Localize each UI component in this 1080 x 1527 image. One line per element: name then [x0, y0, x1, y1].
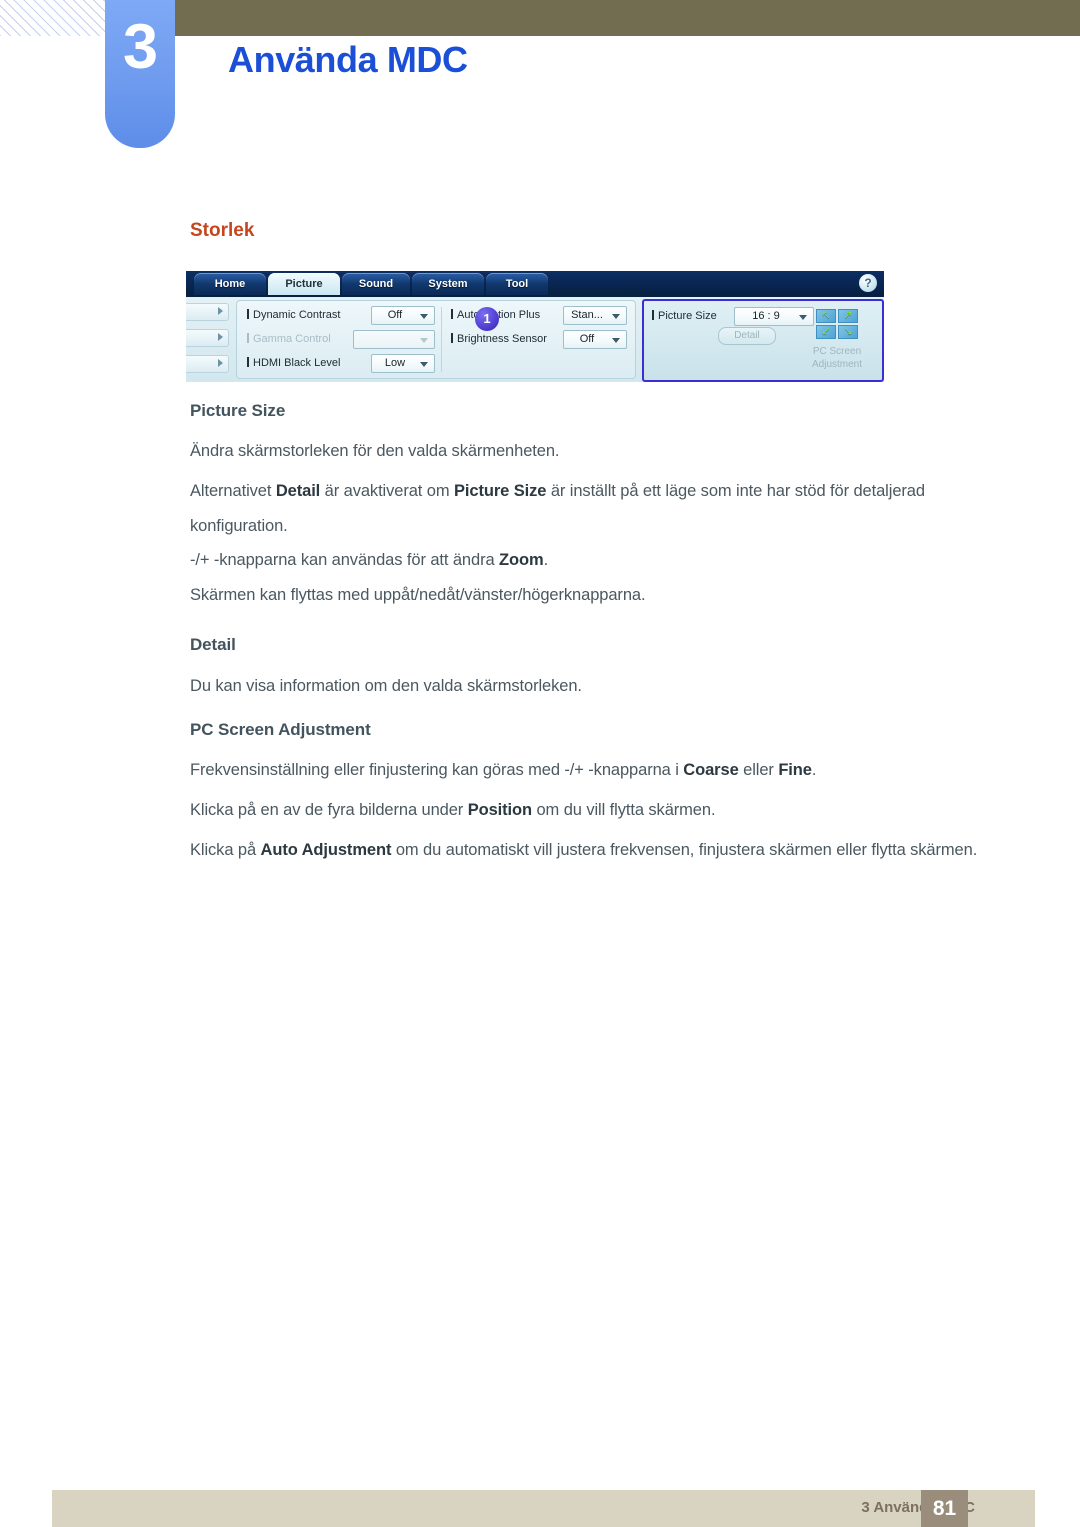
label-text: Gamma Control — [253, 333, 331, 345]
callout-badge-1: 1 — [475, 307, 499, 331]
text: Ändra skärmstorleken för den valda skärm… — [190, 442, 560, 460]
heading-detail: Detail — [190, 635, 236, 654]
chevron-right-icon — [218, 307, 223, 315]
paragraph-picture-size-3: -/+ -knapparna kan användas för att ändr… — [190, 543, 990, 578]
heading-pc-screen-adjustment: PC Screen Adjustment — [190, 720, 371, 739]
combo-value: 16 : 9 — [752, 310, 780, 322]
picture-size-panel: Picture Size 16 : 9 Detail ↖ ↗ ↙ ↘ PC Sc… — [642, 299, 884, 382]
mdc-tab-strip: Home Picture Sound System Tool ? — [186, 271, 884, 297]
emphasis-picture-size: Picture Size — [454, 482, 547, 500]
label-dynamic-contrast: Dynamic Contrast — [247, 309, 340, 321]
page-number: 81 — [921, 1490, 968, 1527]
paragraph-pcsa-2: Klicka på en av de fyra bilderna under P… — [190, 793, 990, 828]
help-icon[interactable]: ? — [859, 274, 877, 292]
text: om du vill flytta skärmen. — [532, 801, 716, 819]
stub-row[interactable] — [186, 329, 229, 347]
emphasis-auto-adjustment: Auto Adjustment — [260, 841, 392, 859]
text: om du automatiskt vill justera frekvense… — [391, 841, 978, 859]
chevron-down-icon — [420, 362, 428, 367]
position-cell-bottom-right[interactable]: ↘ — [838, 325, 858, 339]
hatch-decoration — [0, 0, 108, 36]
section-heading: Storlek — [190, 220, 255, 241]
combo-auto-motion-plus[interactable]: Stan... — [563, 306, 627, 325]
label-brightness-sensor: Brightness Sensor — [451, 333, 547, 345]
arrow-up-right-icon: ↗ — [843, 309, 853, 322]
pc-screen-adjustment-label: PC Screen Adjustment — [811, 346, 863, 370]
paragraph-pcsa-1: Frekvensinställning eller finjustering k… — [190, 753, 990, 788]
stub-row[interactable] — [186, 355, 229, 373]
chevron-down-icon — [420, 314, 428, 319]
text: . — [543, 551, 549, 569]
text: är avaktiverat om — [320, 482, 454, 500]
text: . — [811, 761, 817, 779]
paragraph-picture-size-1: Ändra skärmstorleken för den valda skärm… — [190, 434, 990, 469]
footer-bar: 3 Använda MDC — [52, 1490, 1035, 1527]
combo-value: Low — [384, 357, 406, 369]
position-cell-top-left[interactable]: ↖ — [816, 309, 836, 323]
picture-settings-panel: Dynamic Contrast Off Gamma Control HDMI … — [236, 300, 636, 379]
text: Skärmen kan flyttas med uppåt/nedåt/väns… — [190, 586, 646, 604]
emphasis-detail: Detail — [275, 482, 321, 500]
position-cell-bottom-left[interactable]: ↙ — [816, 325, 836, 339]
chevron-down-icon — [420, 338, 428, 343]
text: Alternativet — [190, 482, 276, 500]
panel-divider — [441, 307, 442, 372]
label-text: Brightness Sensor — [457, 333, 547, 345]
arrow-down-left-icon: ↙ — [821, 325, 831, 338]
emphasis-coarse: Coarse — [683, 761, 739, 779]
tab-picture[interactable]: Picture — [268, 273, 340, 295]
label-text: HDMI Black Level — [253, 357, 341, 369]
chevron-right-icon — [218, 359, 223, 367]
paragraph-picture-size-4: Skärmen kan flyttas med uppåt/nedåt/väns… — [190, 578, 990, 613]
header-olive-bar — [175, 0, 1080, 36]
chevron-down-icon — [612, 338, 620, 343]
position-cell-top-right[interactable]: ↗ — [838, 309, 858, 323]
paragraph-pcsa-3: Klicka på Auto Adjustment om du automati… — [190, 833, 990, 868]
text: Frekvensinställning eller finjustering k… — [190, 761, 684, 779]
combo-dynamic-contrast[interactable]: Off — [371, 306, 435, 325]
chapter-number: 3 — [122, 12, 158, 82]
combo-value: Off — [579, 333, 595, 345]
combo-picture-size[interactable]: 16 : 9 — [734, 307, 814, 326]
mdc-body: Dynamic Contrast Off Gamma Control HDMI … — [186, 297, 884, 382]
text: -/+ -knapparna kan användas för att ändr… — [190, 551, 500, 569]
combo-value: Off — [387, 309, 403, 321]
label-text: Dynamic Contrast — [253, 309, 341, 321]
detail-button: Detail — [718, 327, 776, 345]
tab-home[interactable]: Home — [194, 273, 266, 295]
chevron-down-icon — [612, 314, 620, 319]
arrow-up-left-icon: ↖ — [821, 309, 831, 322]
text: Du kan visa information om den valda skä… — [190, 677, 582, 695]
page-title: Använda MDC — [228, 39, 468, 80]
label-text: Picture Size — [658, 310, 717, 322]
label-gamma-control: Gamma Control — [247, 333, 331, 345]
emphasis-zoom: Zoom — [499, 551, 544, 569]
page-header: 3 Använda MDC — [0, 0, 1080, 160]
paragraph-detail-1: Du kan visa information om den valda skä… — [190, 669, 990, 704]
text: Klicka på en av de fyra bilderna under — [190, 801, 468, 819]
mdc-screenshot: Home Picture Sound System Tool ? Dynamic… — [186, 271, 884, 382]
emphasis-position: Position — [467, 801, 532, 819]
chevron-right-icon — [218, 333, 223, 341]
chapter-tab: 3 — [105, 0, 175, 148]
text: Klicka på — [190, 841, 261, 859]
stub-row[interactable] — [186, 303, 229, 321]
label-hdmi-black-level: HDMI Black Level — [247, 357, 340, 369]
tab-system[interactable]: System — [412, 273, 484, 295]
tab-sound[interactable]: Sound — [342, 273, 410, 295]
chevron-down-icon — [799, 315, 807, 320]
label-picture-size: Picture Size — [652, 310, 717, 322]
heading-picture-size: Picture Size — [190, 401, 286, 420]
left-stub-column — [186, 301, 230, 378]
combo-brightness-sensor[interactable]: Off — [563, 330, 627, 349]
tab-tool[interactable]: Tool — [486, 273, 548, 295]
combo-value: Stan... — [571, 309, 603, 321]
combo-hdmi-black-level[interactable]: Low — [371, 354, 435, 373]
arrow-down-right-icon: ↘ — [843, 325, 853, 338]
combo-gamma-control — [353, 330, 435, 349]
emphasis-fine: Fine — [778, 761, 812, 779]
position-grid-icon[interactable]: ↖ ↗ ↙ ↘ — [816, 309, 858, 339]
text: eller — [738, 761, 779, 779]
paragraph-picture-size-2: Alternativet Detail är avaktiverat om Pi… — [190, 474, 990, 544]
